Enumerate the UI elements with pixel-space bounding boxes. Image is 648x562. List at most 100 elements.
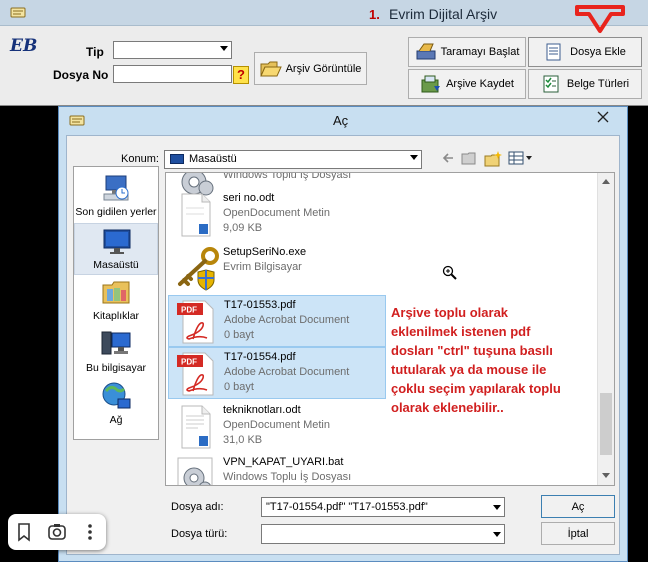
place-label: Bu bilgisayar — [85, 362, 147, 374]
file-item[interactable]: seri no.odt OpenDocument Metin 9,09 KB — [168, 189, 386, 241]
overlay-toolbar — [8, 514, 106, 550]
svg-text:PDF: PDF — [181, 358, 197, 367]
file-item-selected[interactable]: PDF T17-01553.pdf Adobe Acrobat Document… — [168, 295, 386, 347]
red-arrow-down-icon — [574, 4, 626, 37]
chevron-down-icon — [493, 532, 501, 537]
place-label: Kitaplıklar — [92, 310, 140, 322]
libraries-icon — [100, 277, 132, 307]
file-size: 0 bayt — [224, 329, 254, 341]
arsiv-goruntule-button[interactable]: Arşiv Görüntüle — [254, 52, 367, 85]
pdf-icon: PDF — [175, 351, 219, 397]
taramayi-baslat-button[interactable]: Taramayı Başlat — [408, 37, 526, 67]
chevron-down-icon — [493, 505, 501, 510]
taramayi-baslat-label: Taramayı Başlat — [440, 46, 520, 58]
zoom-cursor-icon — [442, 265, 458, 281]
cancel-button[interactable]: İptal — [541, 522, 615, 545]
back-arrow-icon[interactable] — [440, 150, 456, 168]
vertical-scrollbar[interactable] — [597, 173, 614, 485]
lens-icon[interactable] — [46, 521, 68, 543]
app-window: 1. Evrim Dijital Arşiv EB Tip Dosya No ?… — [0, 0, 648, 106]
open-button[interactable]: Aç — [541, 495, 615, 518]
arsiv-goruntule-label: Arşiv Görüntüle — [285, 62, 362, 75]
location-value: Masaüstü — [189, 153, 237, 165]
app-logo: EB — [10, 36, 38, 56]
view-menu-icon[interactable] — [508, 150, 534, 168]
dosya-no-label: Dosya No — [53, 68, 109, 82]
place-this-pc[interactable]: Bu bilgisayar — [74, 327, 158, 379]
up-folder-icon[interactable] — [461, 150, 479, 168]
filename-label: Dosya adı: — [171, 501, 224, 513]
checklist-icon — [541, 74, 561, 94]
close-icon[interactable] — [583, 107, 623, 127]
file-type: Windows Toplu İş Dosyası — [223, 471, 352, 483]
place-recent[interactable]: Son gidilen yerler — [74, 171, 158, 223]
help-icon[interactable]: ? — [233, 66, 249, 84]
file-item[interactable]: tekniknotları.odt OpenDocument Metin 31,… — [168, 401, 386, 453]
place-libraries[interactable]: Kitaplıklar — [74, 275, 158, 327]
file-name: T17-01554.pdf — [224, 351, 296, 363]
file-type: Windows Toplu İş Dosyası — [223, 172, 352, 181]
file-item[interactable]: VPN_KAPAT_UYARI.bat Windows Toplu İş Dos… — [168, 453, 386, 485]
file-type: OpenDocument Metin — [223, 207, 330, 219]
arsive-kaydet-button[interactable]: Arşive Kaydet — [408, 69, 526, 99]
place-desktop[interactable]: Masaüstü — [74, 223, 158, 275]
file-type: Adobe Acrobat Document — [224, 366, 350, 378]
location-label: Konum: — [121, 153, 159, 165]
file-type: Evrim Bilgisayar — [223, 261, 302, 273]
scroll-up-icon[interactable] — [602, 179, 610, 184]
file-name: SetupSeriNo.exe — [223, 246, 307, 258]
scroll-down-icon[interactable] — [602, 473, 610, 478]
scroll-thumb[interactable] — [600, 393, 612, 455]
filename-combo[interactable]: "T17-01554.pdf" "T17-01553.pdf" — [261, 497, 505, 517]
file-list[interactable]: Windows Toplu İş Dosyası seri no.odt Ope… — [165, 172, 615, 486]
app-titlebar: 1. Evrim Dijital Arşiv — [0, 0, 648, 33]
batch-file-icon — [174, 456, 218, 485]
belge-turleri-label: Belge Türleri — [566, 78, 630, 90]
tip-combo[interactable] — [113, 41, 232, 59]
filetype-label: Dosya türü: — [171, 528, 228, 540]
location-combo[interactable]: Masaüstü — [164, 150, 422, 169]
places-bar: Son gidilen yerler Masaüstü Kitaplıklar … — [73, 166, 159, 440]
document-icon — [174, 192, 218, 238]
filename-value: "T17-01554.pdf" "T17-01553.pdf" — [266, 501, 428, 513]
place-label: Masaüstü — [93, 259, 139, 271]
dosya-ekle-label: Dosya Ekle — [570, 46, 626, 58]
file-name: VPN_KAPAT_UYARI.bat — [223, 456, 344, 468]
place-label: Ağ — [109, 414, 123, 426]
app-document-icon — [10, 6, 26, 22]
dialog-icon — [69, 114, 85, 130]
network-icon — [100, 381, 132, 411]
new-folder-icon[interactable] — [484, 150, 504, 168]
file-name: seri no.odt — [223, 192, 275, 204]
desktop-small-icon — [170, 154, 184, 164]
place-network[interactable]: Ağ — [74, 379, 158, 431]
chevron-down-icon — [410, 155, 418, 160]
annotation-note: Arşive toplu olarak eklenilmek istenen p… — [391, 305, 561, 415]
more-icon[interactable] — [79, 521, 101, 543]
file-name: T17-01553.pdf — [224, 299, 296, 311]
file-type: Adobe Acrobat Document — [224, 314, 350, 326]
add-document-icon — [544, 42, 564, 62]
file-name: tekniknotları.odt — [223, 404, 301, 416]
pdf-icon: PDF — [175, 299, 219, 345]
folder-open-icon — [259, 59, 282, 79]
file-item[interactable]: SetupSeriNo.exe Evrim Bilgisayar — [168, 243, 386, 295]
key-exe-icon — [174, 246, 219, 292]
file-size: 9,09 KB — [223, 222, 263, 234]
file-item-selected[interactable]: PDF T17-01554.pdf Adobe Acrobat Document… — [168, 347, 386, 399]
file-size: 0 bayt — [224, 381, 254, 393]
dosya-no-input[interactable] — [113, 65, 232, 83]
dosya-ekle-button[interactable]: Dosya Ekle — [528, 37, 642, 67]
file-size: 31,0 KB — [223, 434, 263, 446]
chevron-down-icon — [220, 46, 228, 51]
arsive-kaydet-label: Arşive Kaydet — [446, 78, 514, 90]
filetype-combo[interactable] — [261, 524, 505, 544]
place-label: Son gidilen yerler — [75, 206, 157, 218]
dialog-body: Konum: Masaüstü Son gidilen yerler Masaü… — [66, 135, 620, 555]
belge-turleri-button[interactable]: Belge Türleri — [528, 69, 642, 99]
bookmark-icon[interactable] — [13, 521, 35, 543]
tip-label: Tip — [86, 45, 104, 59]
open-file-dialog: Aç Konum: Masaüstü Son gidilen yerler Ma… — [58, 106, 628, 562]
dialog-title: Aç — [333, 113, 349, 128]
desktop-icon — [101, 226, 133, 256]
